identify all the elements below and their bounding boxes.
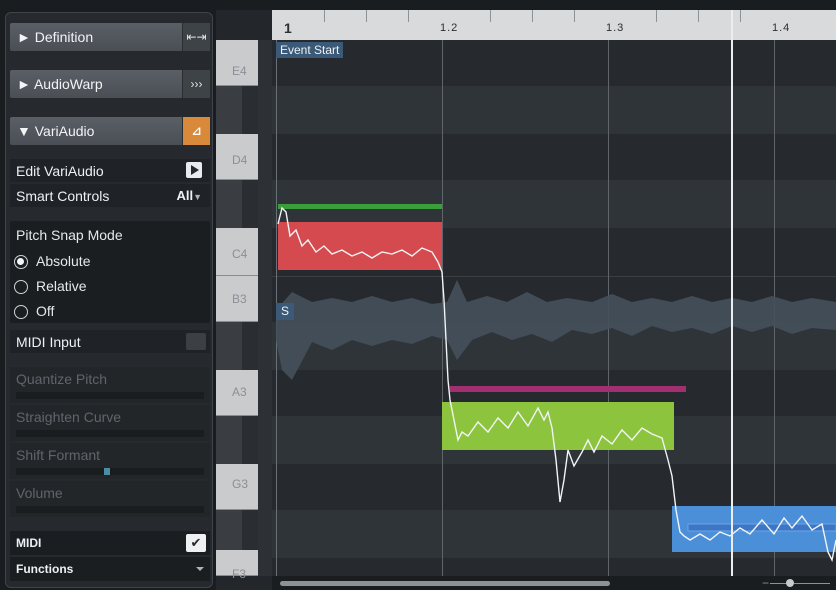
note-label-f3: F3: [232, 567, 247, 581]
volume-track[interactable]: [16, 506, 204, 513]
functions-chevron-down-icon[interactable]: [196, 567, 204, 571]
quantize-pitch-track[interactable]: [16, 392, 204, 399]
key-black[interactable]: [216, 416, 242, 464]
note-label-g3: G3: [232, 477, 249, 491]
note-label-c4: C4: [232, 247, 248, 261]
midi-input-toggle[interactable]: [186, 333, 206, 350]
key-black[interactable]: [216, 322, 242, 370]
midi-label: MIDI: [16, 536, 42, 550]
chevron-down-icon: ▼: [193, 192, 202, 202]
shift-formant-label: Shift Formant: [16, 447, 101, 463]
event-start-marker[interactable]: Event Start: [276, 42, 344, 58]
edit-variaudio-row[interactable]: Edit VariAudio: [10, 159, 210, 182]
radio-relative-label: Relative: [36, 278, 87, 294]
pitch-snap-title: Pitch Snap Mode: [16, 227, 123, 243]
radio-absolute-label: Absolute: [36, 253, 91, 269]
section-definition[interactable]: ► Definition ⇤⇥: [10, 23, 210, 51]
note-label-e4: E4: [232, 64, 247, 78]
ruler-tick: [532, 10, 533, 22]
horizontal-scrollbar[interactable]: −: [272, 576, 836, 590]
smart-controls-label: Smart Controls: [16, 188, 110, 204]
ruler-tick: [656, 10, 657, 22]
shift-formant-thumb[interactable]: [104, 468, 110, 475]
straighten-curve-track[interactable]: [16, 430, 204, 437]
variaudio-active-icon[interactable]: ⊿: [182, 117, 210, 145]
ruler-tick: [324, 10, 325, 22]
midi-checkbox[interactable]: ✔: [186, 534, 206, 552]
zoom-out-icon[interactable]: −: [762, 576, 769, 590]
ruler-mark-1-4: 1.4: [772, 22, 791, 34]
edit-variaudio-label: Edit VariAudio: [16, 163, 104, 179]
ruler-tick: [574, 10, 575, 22]
scroll-thumb[interactable]: [280, 581, 610, 586]
zoom-slider-knob[interactable]: [786, 579, 794, 587]
audio-waveform: [276, 280, 836, 380]
zoom-slider-track[interactable]: [770, 583, 830, 584]
ruler-mark-1-3: 1.3: [606, 22, 625, 34]
ruler-tick: [490, 10, 491, 22]
inspector-frame: ► Definition ⇤⇥ ► AudioWarp ››› ▼ VariAu…: [5, 12, 213, 588]
waveform-and-pitch: [276, 204, 836, 563]
segment-green: [442, 402, 674, 450]
ruler-bar-1: 1: [284, 20, 293, 36]
definition-collapse-icon[interactable]: ⇤⇥: [182, 23, 210, 51]
smart-controls-row[interactable]: Smart Controls All▼: [10, 184, 210, 207]
start-marker[interactable]: S: [276, 303, 294, 320]
functions-row[interactable]: Functions: [10, 557, 210, 581]
shift-formant-slider[interactable]: Shift Formant: [10, 443, 210, 479]
editor-top-strip: [216, 0, 836, 10]
sample-editor: 1 1.2 1.3 1.4 E4 D4 C4 B3 A3 G3 F3 Event…: [216, 0, 836, 590]
functions-label: Functions: [16, 562, 74, 576]
midi-input-row[interactable]: MIDI Input: [10, 330, 210, 353]
shift-formant-track[interactable]: [16, 468, 204, 475]
inspector-panel: ► Definition ⇤⇥ ► AudioWarp ››› ▼ VariAu…: [0, 0, 216, 590]
piano-keyboard[interactable]: E4 D4 C4 B3 A3 G3 F3: [216, 40, 272, 581]
radio-off-label: Off: [36, 303, 55, 319]
smart-controls-value: All: [176, 188, 194, 203]
segment-red-pitch-bar: [278, 204, 442, 209]
quantize-pitch-slider[interactable]: Quantize Pitch: [10, 367, 210, 403]
straighten-curve-label: Straighten Curve: [16, 409, 122, 425]
ruler-tick: [698, 10, 699, 22]
volume-slider[interactable]: Volume: [10, 481, 210, 517]
key-black[interactable]: [216, 510, 242, 550]
segment-green-pitch-bar: [450, 386, 686, 392]
ruler-tick: [740, 10, 741, 22]
key-black[interactable]: [216, 180, 242, 228]
ruler-tick: [408, 10, 409, 22]
key-black[interactable]: [216, 86, 242, 134]
edit-play-icon[interactable]: [186, 162, 202, 178]
radio-off-dot[interactable]: [14, 305, 28, 319]
ruler-tick: [366, 10, 367, 22]
midi-input-label: MIDI Input: [16, 334, 81, 350]
pitch-grid[interactable]: [272, 40, 836, 576]
playhead-cursor[interactable]: [731, 10, 733, 580]
section-audiowarp[interactable]: ► AudioWarp ›››: [10, 70, 210, 98]
segment-blue-pitch-bar: [687, 523, 836, 532]
section-variaudio[interactable]: ▼ VariAudio ⊿: [10, 117, 210, 145]
section-variaudio-label: ▼ VariAudio: [17, 123, 95, 139]
note-label-b3: B3: [232, 292, 247, 306]
radio-absolute-dot[interactable]: [14, 255, 28, 269]
audiowarp-more-icon[interactable]: ›››: [182, 70, 210, 98]
section-audiowarp-label: ► AudioWarp: [17, 76, 103, 92]
volume-label: Volume: [16, 485, 63, 501]
ruler[interactable]: 1 1.2 1.3 1.4: [272, 10, 836, 40]
quantize-pitch-label: Quantize Pitch: [16, 371, 108, 387]
midi-row[interactable]: MIDI ✔: [10, 531, 210, 555]
straighten-curve-slider[interactable]: Straighten Curve: [10, 405, 210, 441]
radio-relative-dot[interactable]: [14, 280, 28, 294]
note-label-d4: D4: [232, 153, 248, 167]
ruler-mark-1-2: 1.2: [440, 22, 459, 34]
key-white[interactable]: [216, 40, 258, 86]
keyboard-divider: [258, 40, 272, 576]
smart-controls-dropdown[interactable]: All▼: [176, 188, 202, 203]
note-label-a3: A3: [232, 385, 247, 399]
section-definition-label: ► Definition: [17, 29, 94, 45]
